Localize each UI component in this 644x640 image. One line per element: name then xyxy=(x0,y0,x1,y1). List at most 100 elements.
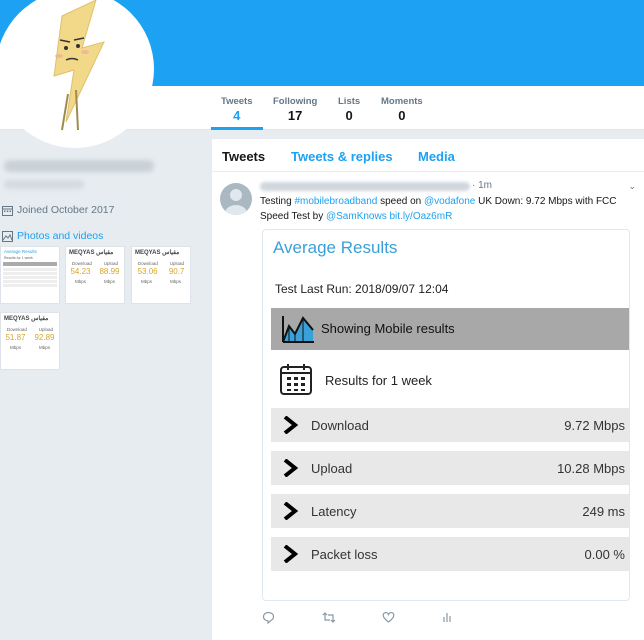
chevron-down-icon[interactable]: ⌄ xyxy=(628,181,636,192)
stat-tweets-label: Tweets xyxy=(221,96,253,107)
metric-row-download: Download 9.72 Mbps xyxy=(271,408,629,442)
retweet-icon[interactable] xyxy=(322,611,336,627)
joined-date: Joined October 2017 xyxy=(2,204,114,216)
metric-value: 249 ms xyxy=(582,504,625,519)
mobile-results-bar: Showing Mobile results xyxy=(271,308,629,350)
thumb-row xyxy=(3,276,57,279)
arrow-right-icon xyxy=(283,459,299,477)
period-row: Results for 1 week xyxy=(279,362,579,398)
arrow-right-icon xyxy=(283,545,299,563)
tab-tweets[interactable]: Tweets xyxy=(222,149,265,164)
thumb-download: 53.06 xyxy=(137,267,158,276)
image-icon xyxy=(2,230,13,242)
calendar-icon xyxy=(2,205,13,216)
metric-value: 9.72 Mbps xyxy=(564,418,625,433)
photos-videos-link[interactable]: Photos and videos xyxy=(2,230,103,242)
tweet-author-blurred[interactable] xyxy=(260,182,470,191)
metric-name: Upload xyxy=(311,461,353,476)
joined-text: Joined October 2017 xyxy=(17,204,115,216)
thumb-upload: 92.89 xyxy=(34,333,55,342)
thumb-brand: MEQYAS مقياس xyxy=(135,250,180,256)
metric-name: Packet loss xyxy=(311,547,378,562)
thumb-bar xyxy=(3,262,57,266)
tab-media[interactable]: Media xyxy=(418,149,455,164)
thumb-brand: MEQYAS مقياس xyxy=(69,250,114,256)
mention-link[interactable]: @vodafone xyxy=(424,196,475,207)
mention-link[interactable]: @SamKnows xyxy=(326,211,387,222)
card-title: Average Results xyxy=(273,238,398,257)
reply-icon[interactable] xyxy=(262,611,275,627)
stat-tweets[interactable]: Tweets 4 xyxy=(221,96,253,123)
tweet-header: · 1m ⌄ xyxy=(260,179,640,193)
thumb-download-label: Download xyxy=(6,327,27,332)
arrow-right-icon xyxy=(283,502,299,520)
period-label: Results for 1 week xyxy=(325,373,432,388)
tweet-timestamp[interactable]: · 1m xyxy=(472,180,492,191)
thumb-unit: Mbps xyxy=(103,279,115,284)
stat-lists-label: Lists xyxy=(338,96,361,107)
stat-moments-value: 0 xyxy=(398,108,406,123)
tweet-text-part: speed on xyxy=(377,196,425,207)
calendar-icon xyxy=(280,364,312,395)
thumb-download-label: Download xyxy=(137,261,158,266)
tweet-author-avatar[interactable] xyxy=(220,183,252,215)
thumb-unit: Mbps xyxy=(9,345,21,350)
arrow-right-icon xyxy=(283,416,299,434)
stat-lists-value: 0 xyxy=(345,108,353,123)
stat-lists[interactable]: Lists 0 xyxy=(338,96,360,123)
metric-row-packet-loss: Packet loss 0.00 % xyxy=(271,537,629,571)
thumb-upload-label: Upload xyxy=(169,261,185,266)
tweet-text-part: Testing xyxy=(260,196,295,207)
active-stat-indicator xyxy=(211,127,263,130)
thumb-brand: MEQYAS مقياس xyxy=(4,316,49,322)
profile-avatar[interactable] xyxy=(0,0,154,148)
stat-tweets-value: 4 xyxy=(233,108,241,123)
stat-moments-label: Moments xyxy=(381,96,423,107)
metric-value: 0.00 % xyxy=(584,547,625,562)
results-card-image[interactable]: Average Results Test Last Run: 2018/09/0… xyxy=(262,229,630,601)
thumb-unit: Mbps xyxy=(169,279,181,284)
media-thumbnail[interactable]: Average Results Results for 1 week xyxy=(0,246,60,304)
thumb-title: Average Results xyxy=(4,249,37,254)
thumb-upload: 90.7 xyxy=(168,267,185,276)
analytics-icon[interactable] xyxy=(442,611,452,626)
thumb-upload-label: Upload xyxy=(103,261,119,266)
thumb-row xyxy=(3,284,57,287)
thumb-subtitle: Results for 1 week xyxy=(4,256,33,260)
stat-following-label: Following xyxy=(273,96,318,107)
thumb-download: 54.23 xyxy=(70,267,91,276)
metric-name: Download xyxy=(311,418,369,433)
url-link[interactable]: bit.ly/Oaz6mR xyxy=(390,211,453,222)
thumb-upload-label: Upload xyxy=(38,327,54,332)
photos-videos-label: Photos and videos xyxy=(17,230,104,242)
tab-tweets-replies[interactable]: Tweets & replies xyxy=(291,149,393,164)
thumb-row xyxy=(3,272,57,275)
stat-following-value: 17 xyxy=(287,108,303,123)
thumb-unit: Mbps xyxy=(74,279,86,284)
stat-moments[interactable]: Moments 0 xyxy=(381,96,423,123)
thumb-row xyxy=(3,268,57,271)
profile-handle-blurred xyxy=(4,180,84,189)
media-thumbnail[interactable]: MEQYAS مقياس Download Upload 51.87 92.89 M… xyxy=(0,312,60,370)
media-thumbnail[interactable]: MEQYAS مقياس Download Upload 53.06 90.7 Mb… xyxy=(131,246,191,304)
timeline-panel: Tweets Tweets & replies Media · 1m ⌄ Tes… xyxy=(212,139,644,640)
thumb-row xyxy=(3,280,57,283)
timeline-tabs: Tweets Tweets & replies Media xyxy=(212,139,644,172)
hashtag-link[interactable]: #mobilebroadband xyxy=(294,196,377,207)
metric-row-upload: Upload 10.28 Mbps xyxy=(271,451,629,485)
tweet-text: Testing #mobilebroadband speed on @vodaf… xyxy=(260,194,640,224)
mobile-results-label: Showing Mobile results xyxy=(321,321,455,336)
tweet-actions xyxy=(262,611,512,629)
card-last-run: Test Last Run: 2018/09/07 12:04 xyxy=(275,282,449,296)
metric-name: Latency xyxy=(311,504,357,519)
like-icon[interactable] xyxy=(382,611,395,626)
thumb-unit: Mbps xyxy=(140,279,152,284)
thumb-upload: 88.99 xyxy=(99,267,120,276)
thumb-download-label: Download xyxy=(71,261,92,266)
profile-name-blurred xyxy=(4,160,154,172)
metric-value: 10.28 Mbps xyxy=(557,461,625,476)
chart-area-icon xyxy=(282,316,314,343)
stat-following[interactable]: Following 17 xyxy=(273,96,317,123)
media-thumbnail[interactable]: MEQYAS مقياس Download Upload 54.23 88.99 M… xyxy=(65,246,125,304)
thumb-download: 51.87 xyxy=(5,333,26,342)
